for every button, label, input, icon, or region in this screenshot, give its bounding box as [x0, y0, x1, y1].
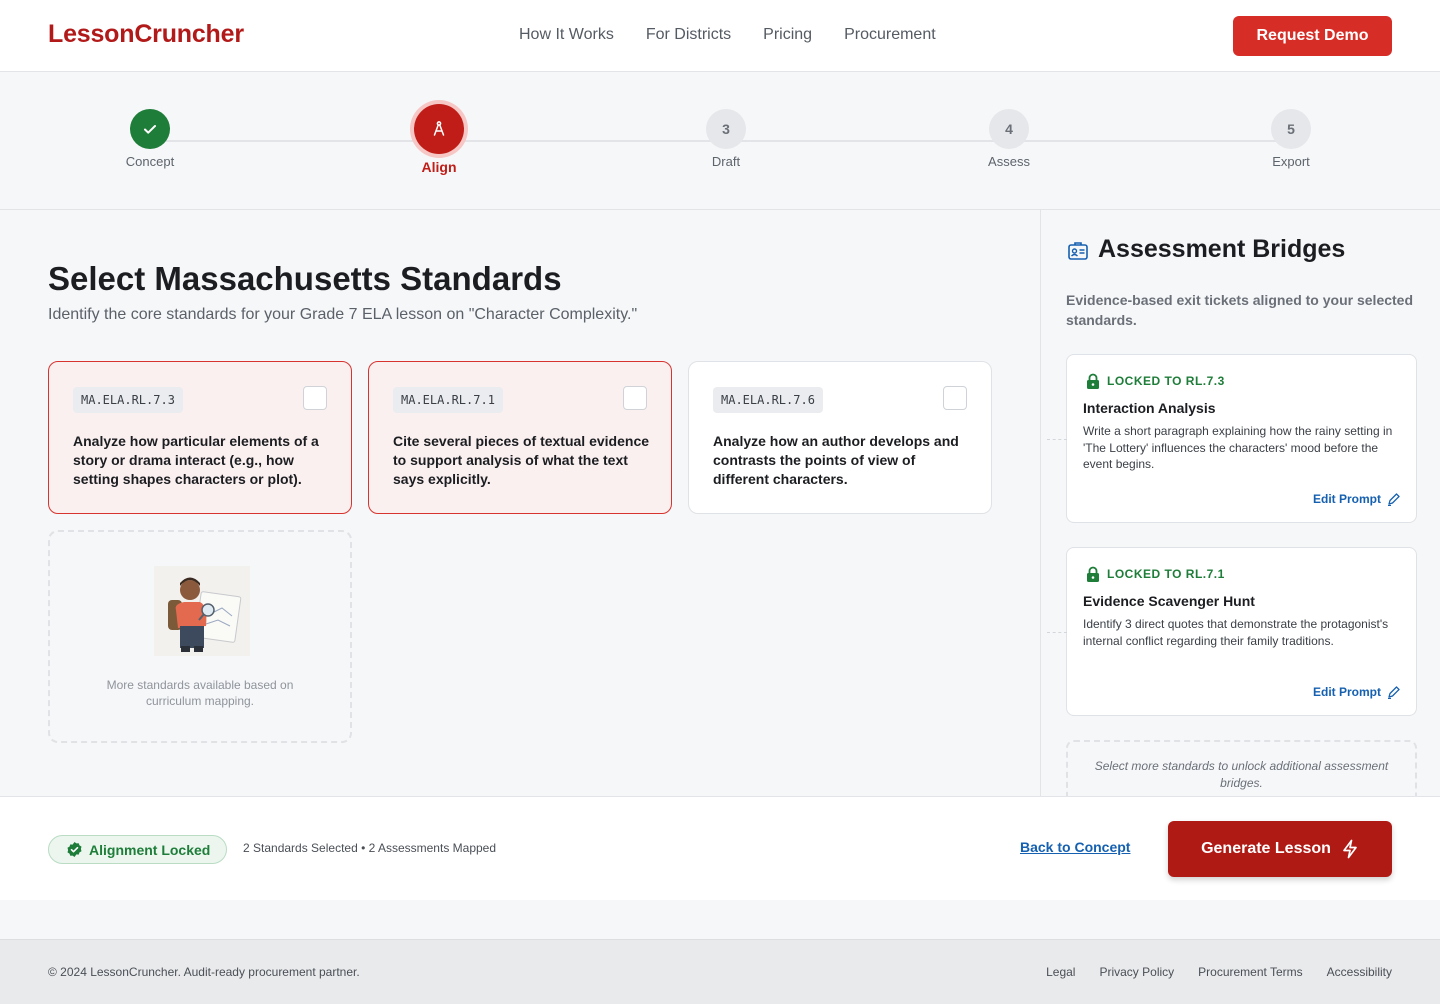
standard-code: MA.ELA.RL.7.3	[73, 387, 183, 413]
edit-prompt-label: Edit Prompt	[1313, 685, 1381, 699]
request-demo-button[interactable]: Request Demo	[1233, 16, 1392, 56]
verified-badge-icon	[67, 842, 82, 857]
step-label: Export	[1272, 154, 1310, 169]
standard-checkbox[interactable]	[623, 386, 647, 410]
student-map-illustration	[154, 566, 250, 656]
standard-description: Analyze how an author develops and contr…	[713, 433, 959, 487]
site-footer: © 2024 LessonCruncher. Audit-ready procu…	[0, 939, 1440, 1004]
bridge-title: Interaction Analysis	[1083, 400, 1216, 416]
main-nav: How It Works For Districts Pricing Procu…	[519, 25, 936, 45]
standard-card-rl-7-1[interactable]: MA.ELA.RL.7.1 Cite several pieces of tex…	[368, 361, 672, 514]
footer-link-legal[interactable]: Legal	[1046, 965, 1075, 979]
selection-summary: 2 Standards Selected • 2 Assessments Map…	[243, 841, 497, 855]
more-bridges-placeholder: Select more standards to unlock addition…	[1066, 740, 1417, 796]
page-title: Select Massachusetts Standards	[48, 260, 562, 297]
alignment-status-badge: Alignment Locked	[48, 835, 227, 864]
standard-description: Analyze how particular elements of a sto…	[73, 433, 319, 487]
step-label: Draft	[711, 154, 741, 169]
standards-panel: Select Massachusetts Standards Identify …	[0, 210, 1040, 796]
footer-link-accessibility[interactable]: Accessibility	[1327, 965, 1392, 979]
pencil-icon	[1388, 685, 1400, 699]
back-to-concept-link[interactable]: Back to Concept	[1020, 839, 1130, 855]
connector-line	[1047, 439, 1067, 440]
bridge-description: Write a short paragraph explaining how t…	[1083, 424, 1393, 471]
standard-description: Cite several pieces of textual evidence …	[393, 433, 650, 487]
pencil-icon	[1388, 492, 1400, 506]
step-align[interactable]: Align	[379, 104, 499, 175]
step-label: Assess	[988, 154, 1030, 169]
page-subtitle: Identify the core standards for your Gra…	[48, 306, 638, 323]
action-bar: Alignment Locked 2 Standards Selected • …	[0, 796, 1440, 900]
step-number: 3	[706, 109, 746, 149]
placeholder-text: More standards available based on curric…	[106, 678, 294, 708]
footer-link-privacy[interactable]: Privacy Policy	[1099, 965, 1174, 979]
lightning-icon	[1343, 839, 1357, 859]
footer-links: Legal Privacy Policy Procurement Terms A…	[1046, 965, 1392, 979]
site-header: LessonCruncher How It Works For District…	[0, 0, 1440, 72]
step-export[interactable]: 5 Export	[1231, 109, 1351, 169]
standard-checkbox[interactable]	[303, 386, 327, 410]
sidebar-title: Assessment Bridges	[1098, 235, 1346, 263]
id-card-icon	[1068, 242, 1088, 260]
lock-label: LOCKED TO RL.7.1	[1107, 567, 1225, 581]
logo[interactable]: LessonCruncher	[48, 20, 244, 49]
footer-link-procurement-terms[interactable]: Procurement Terms	[1198, 965, 1302, 979]
step-draft[interactable]: 3 Draft	[666, 109, 786, 169]
generate-lesson-button[interactable]: Generate Lesson	[1168, 821, 1392, 877]
standard-card-rl-7-6[interactable]: MA.ELA.RL.7.6 Analyze how an author deve…	[688, 361, 992, 514]
edit-prompt-label: Edit Prompt	[1313, 492, 1381, 506]
step-concept[interactable]: Concept	[90, 109, 210, 169]
standard-code: MA.ELA.RL.7.6	[713, 387, 823, 413]
generate-lesson-label: Generate Lesson	[1201, 840, 1331, 857]
standard-checkbox[interactable]	[943, 386, 967, 410]
connector-line	[1047, 632, 1067, 633]
bridge-card: LOCKED TO RL.7.1 Evidence Scavenger Hunt…	[1047, 547, 1417, 716]
edit-prompt-link[interactable]: Edit Prompt	[1313, 492, 1400, 506]
check-icon	[130, 109, 170, 149]
sidebar-subtitle: Evidence-based exit tickets aligned to y…	[1066, 292, 1414, 328]
lock-icon	[1087, 566, 1099, 582]
step-label: Align	[421, 159, 457, 175]
step-number: 5	[1271, 109, 1311, 149]
bridge-title: Evidence Scavenger Hunt	[1083, 593, 1255, 609]
nav-for-districts[interactable]: For Districts	[646, 25, 731, 45]
nav-how-it-works[interactable]: How It Works	[519, 25, 614, 45]
lock-label: LOCKED TO RL.7.3	[1107, 374, 1225, 388]
more-standards-placeholder: More standards available based on curric…	[48, 530, 352, 743]
status-label: Alignment Locked	[89, 841, 211, 858]
progress-stepper: Concept Align 3 Draft 4 Assess 5 Export	[0, 73, 1440, 210]
step-assess[interactable]: 4 Assess	[949, 109, 1069, 169]
bridge-card: LOCKED TO RL.7.3 Interaction Analysis Wr…	[1047, 354, 1417, 523]
assessment-bridges-panel: Assessment Bridges Evidence-based exit t…	[1040, 210, 1440, 796]
nav-procurement[interactable]: Procurement	[844, 25, 936, 45]
copyright-text: © 2024 LessonCruncher. Audit-ready procu…	[48, 965, 360, 979]
step-number: 4	[989, 109, 1029, 149]
step-label: Concept	[125, 154, 175, 169]
nav-pricing[interactable]: Pricing	[763, 25, 812, 45]
bridge-description: Identify 3 direct quotes that demonstrat…	[1083, 617, 1389, 648]
lock-icon	[1087, 373, 1099, 389]
edit-prompt-link[interactable]: Edit Prompt	[1313, 685, 1400, 699]
standard-code: MA.ELA.RL.7.1	[393, 387, 503, 413]
standard-card-rl-7-3[interactable]: MA.ELA.RL.7.3 Analyze how particular ele…	[48, 361, 352, 514]
compass-icon	[414, 104, 464, 154]
